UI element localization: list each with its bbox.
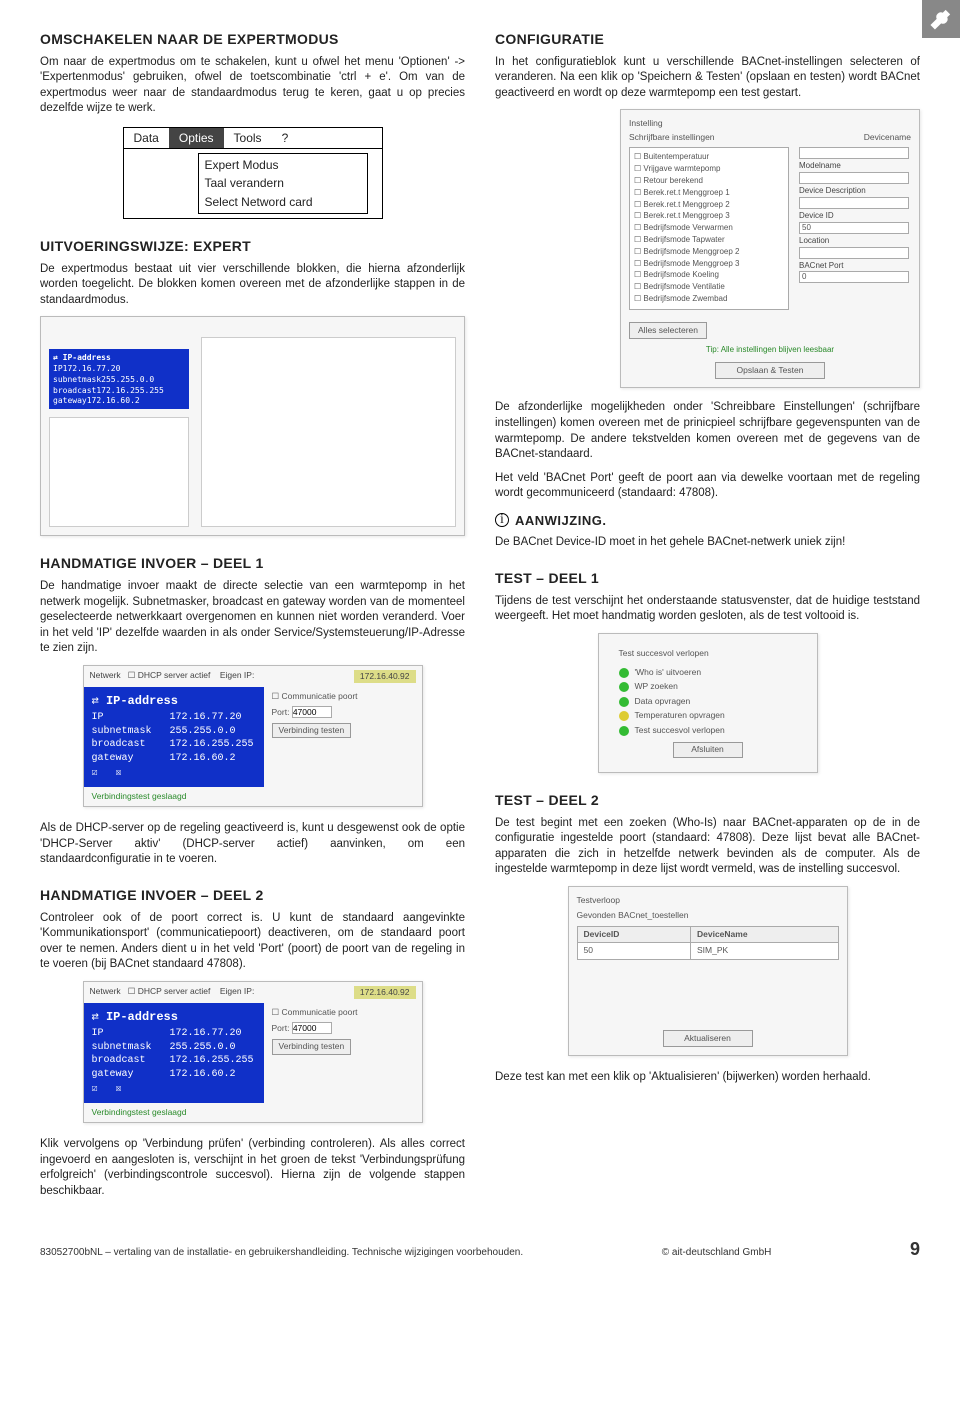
ss-config-fields: ModelnameDevice DescriptionDevice ID50Lo… <box>799 147 909 309</box>
menu-item-data: Data <box>124 128 169 148</box>
ss-btn-test-2: Verbinding testen <box>272 1039 352 1054</box>
ss-config-title: Instelling <box>629 118 911 129</box>
para-omschakelen: Om naar de expertmodus om te schakelen, … <box>40 55 465 117</box>
para-hand1-after: Als de DHCP-server op de regeling geacti… <box>40 821 465 868</box>
ss-blue-title-1: IP-address <box>106 694 178 708</box>
ss-btn-select-all: Alles selecteren <box>629 322 707 339</box>
page-number: 9 <box>910 1237 920 1261</box>
heading-hand2: HANDMATIGE INVOER – DEEL 2 <box>40 886 465 905</box>
th-deviceid: DeviceID <box>577 926 691 942</box>
ss-blue-block-2: ⇄ IP-address IP172.16.77.20subnetmask255… <box>84 1003 264 1103</box>
ss-table-cap2: Gevonden BACnet_toestellen <box>577 910 839 921</box>
menu-dropdown: Expert Modus Taal verandern Select Netwo… <box>198 153 368 214</box>
info-icon: i <box>495 513 509 527</box>
screenshot-expert-overview: ⇄ IP-address IP172.16.77.20subnetmask255… <box>40 316 465 536</box>
hint-row: i AANWIJZING. <box>495 512 920 530</box>
ss-device-table: DeviceID DeviceName 50 SIM_PK <box>577 926 839 960</box>
menu-drop-taal: Taal verandern <box>205 174 361 192</box>
ss-config-tip: Tip: Alle instellingen blijven leesbaar <box>629 345 911 356</box>
td-deviceid: 50 <box>577 943 691 959</box>
menu-item-opties: Opties <box>169 128 224 148</box>
ss-dhcp-label-2: DHCP server actief <box>138 986 211 996</box>
ss-config-listbox: BuitentemperatuurVrijgave warmtepompReto… <box>629 147 789 309</box>
ss-status-1: Verbindingstest geslaagd <box>84 787 422 806</box>
para-test2-after: Deze test kan met een klik op 'Aktualisi… <box>495 1070 920 1086</box>
menu-item-tools: Tools <box>224 128 272 148</box>
ss-blue-block-1: ⇄ IP-address IP172.16.77.20subnetmask255… <box>84 687 264 787</box>
heading-uitvoering: UITVOERINGSWIJZE: EXPERT <box>40 237 465 256</box>
ss-btn-save-test: Opslaan & Testen <box>715 362 825 379</box>
ss-dhcp-label: DHCP server actief <box>138 670 211 680</box>
screenshot-test-status: Test succesvol verlopen 'Who is' uitvoer… <box>598 633 818 773</box>
th-devicename: DeviceName <box>691 926 839 942</box>
ss-port-label: Port: <box>272 707 290 717</box>
right-column: CONFIGURATIE In het configuratieblok kun… <box>495 30 920 1207</box>
screenshot-network-2: Netwerk ☐ DHCP server actief Eigen IP: 1… <box>83 981 423 1124</box>
ss-blue-title: IP-address <box>63 353 111 362</box>
footer-mid: © ait-deutschland GmbH <box>662 1246 772 1260</box>
screenshot-test-table: Testverloop Gevonden BACnet_toestellen D… <box>568 886 848 1056</box>
para-config: In het configuratieblok kunt u verschill… <box>495 55 920 102</box>
ss-btn-close: Afsluiten <box>673 742 743 757</box>
para-config2b: Het veld 'BACnet Port' geeft de poort aa… <box>495 471 920 502</box>
menu-drop-expert: Expert Modus <box>205 156 361 174</box>
para-config2a: De afzonderlijke mogelijkheden onder 'Sc… <box>495 400 920 462</box>
ss-comm-label-2: Communicatie poort <box>281 1007 357 1017</box>
wrench-icon <box>922 0 960 38</box>
para-uitvoering: De expertmodus bestaat uit vier verschil… <box>40 262 465 309</box>
para-test2: De test begint met een zoeken (Who-Is) n… <box>495 816 920 878</box>
ss-btn-refresh: Aktualiseren <box>663 1030 753 1047</box>
footer-left: 83052700bNL – vertaling van de installat… <box>40 1246 523 1260</box>
menu-bar: Data Opties Tools ? <box>124 128 382 149</box>
ss-eigen-label-2: Eigen IP: <box>220 986 255 996</box>
ss-port-input-2 <box>292 1022 332 1034</box>
page-footer: 83052700bNL – vertaling van de installat… <box>40 1237 920 1261</box>
heading-omschakelen: OMSCHAKELEN NAAR DE EXPERTMODUS <box>40 30 465 49</box>
hint-label: AANWIJZING. <box>515 512 606 530</box>
ss-config-sub: Schrijfbare instellingen <box>629 132 715 143</box>
heading-hand1: HANDMATIGE INVOER – DEEL 1 <box>40 554 465 573</box>
heading-config: CONFIGURATIE <box>495 30 920 49</box>
ss-btn-test-1: Verbinding testen <box>272 723 352 738</box>
ss-port-input <box>292 706 332 718</box>
table-row: 50 SIM_PK <box>577 943 838 959</box>
ss-eigen-label: Eigen IP: <box>220 670 255 680</box>
ss-table-cap1: Testverloop <box>577 895 839 906</box>
ss-eigen-ip-2: 172.16.40.92 <box>354 986 416 999</box>
screenshot-config: Instelling Schrijfbare instellingen Devi… <box>620 109 920 388</box>
ss-field-label-devicename: Devicename <box>864 132 911 143</box>
heading-test2: TEST – DEEL 2 <box>495 791 920 810</box>
ss-blue-ip-block: ⇄ IP-address IP172.16.77.20subnetmask255… <box>49 349 189 409</box>
para-hand2: Controleer ook of de poort correct is. U… <box>40 911 465 973</box>
ss-blue-title-2: IP-address <box>106 1010 178 1024</box>
ss-eigen-ip: 172.16.40.92 <box>354 670 416 683</box>
para-test1: Tijdens de test verschijnt het onderstaa… <box>495 594 920 625</box>
ss-net-right-1: ☐ Communicatie poort Port: Verbinding te… <box>264 687 422 787</box>
para-hint: De BACnet Device-ID moet in het gehele B… <box>495 535 920 551</box>
para-hand1: De handmatige invoer maakt de directe se… <box>40 579 465 657</box>
para-hand2-after: Klik vervolgens op 'Verbindung prüfen' (… <box>40 1137 465 1199</box>
menu-item-help: ? <box>272 128 299 148</box>
ss-net-group-2: Netwerk <box>90 986 121 996</box>
menu-drop-netcard: Select Netword card <box>205 193 361 211</box>
ss-net-group: Netwerk <box>90 670 121 680</box>
ss-right-panel <box>201 337 456 527</box>
screenshot-network-1: Netwerk ☐ DHCP server actief Eigen IP: 1… <box>83 665 423 808</box>
left-column: OMSCHAKELEN NAAR DE EXPERTMODUS Om naar … <box>40 30 465 1207</box>
heading-test1: TEST – DEEL 1 <box>495 569 920 588</box>
ss-comm-label: Communicatie poort <box>281 691 357 701</box>
menu-diagram: Data Opties Tools ? Expert Modus Taal ve… <box>123 127 383 219</box>
ss-port-label-2: Port: <box>272 1023 290 1033</box>
ss-net-right-2: ☐ Communicatie poort Port: Verbinding te… <box>264 1003 422 1103</box>
ss-test-head: Test succesvol verlopen <box>619 648 797 659</box>
ss-config-list <box>49 417 189 527</box>
td-devicename: SIM_PK <box>691 943 839 959</box>
ss-status-2: Verbindingstest geslaagd <box>84 1103 422 1122</box>
